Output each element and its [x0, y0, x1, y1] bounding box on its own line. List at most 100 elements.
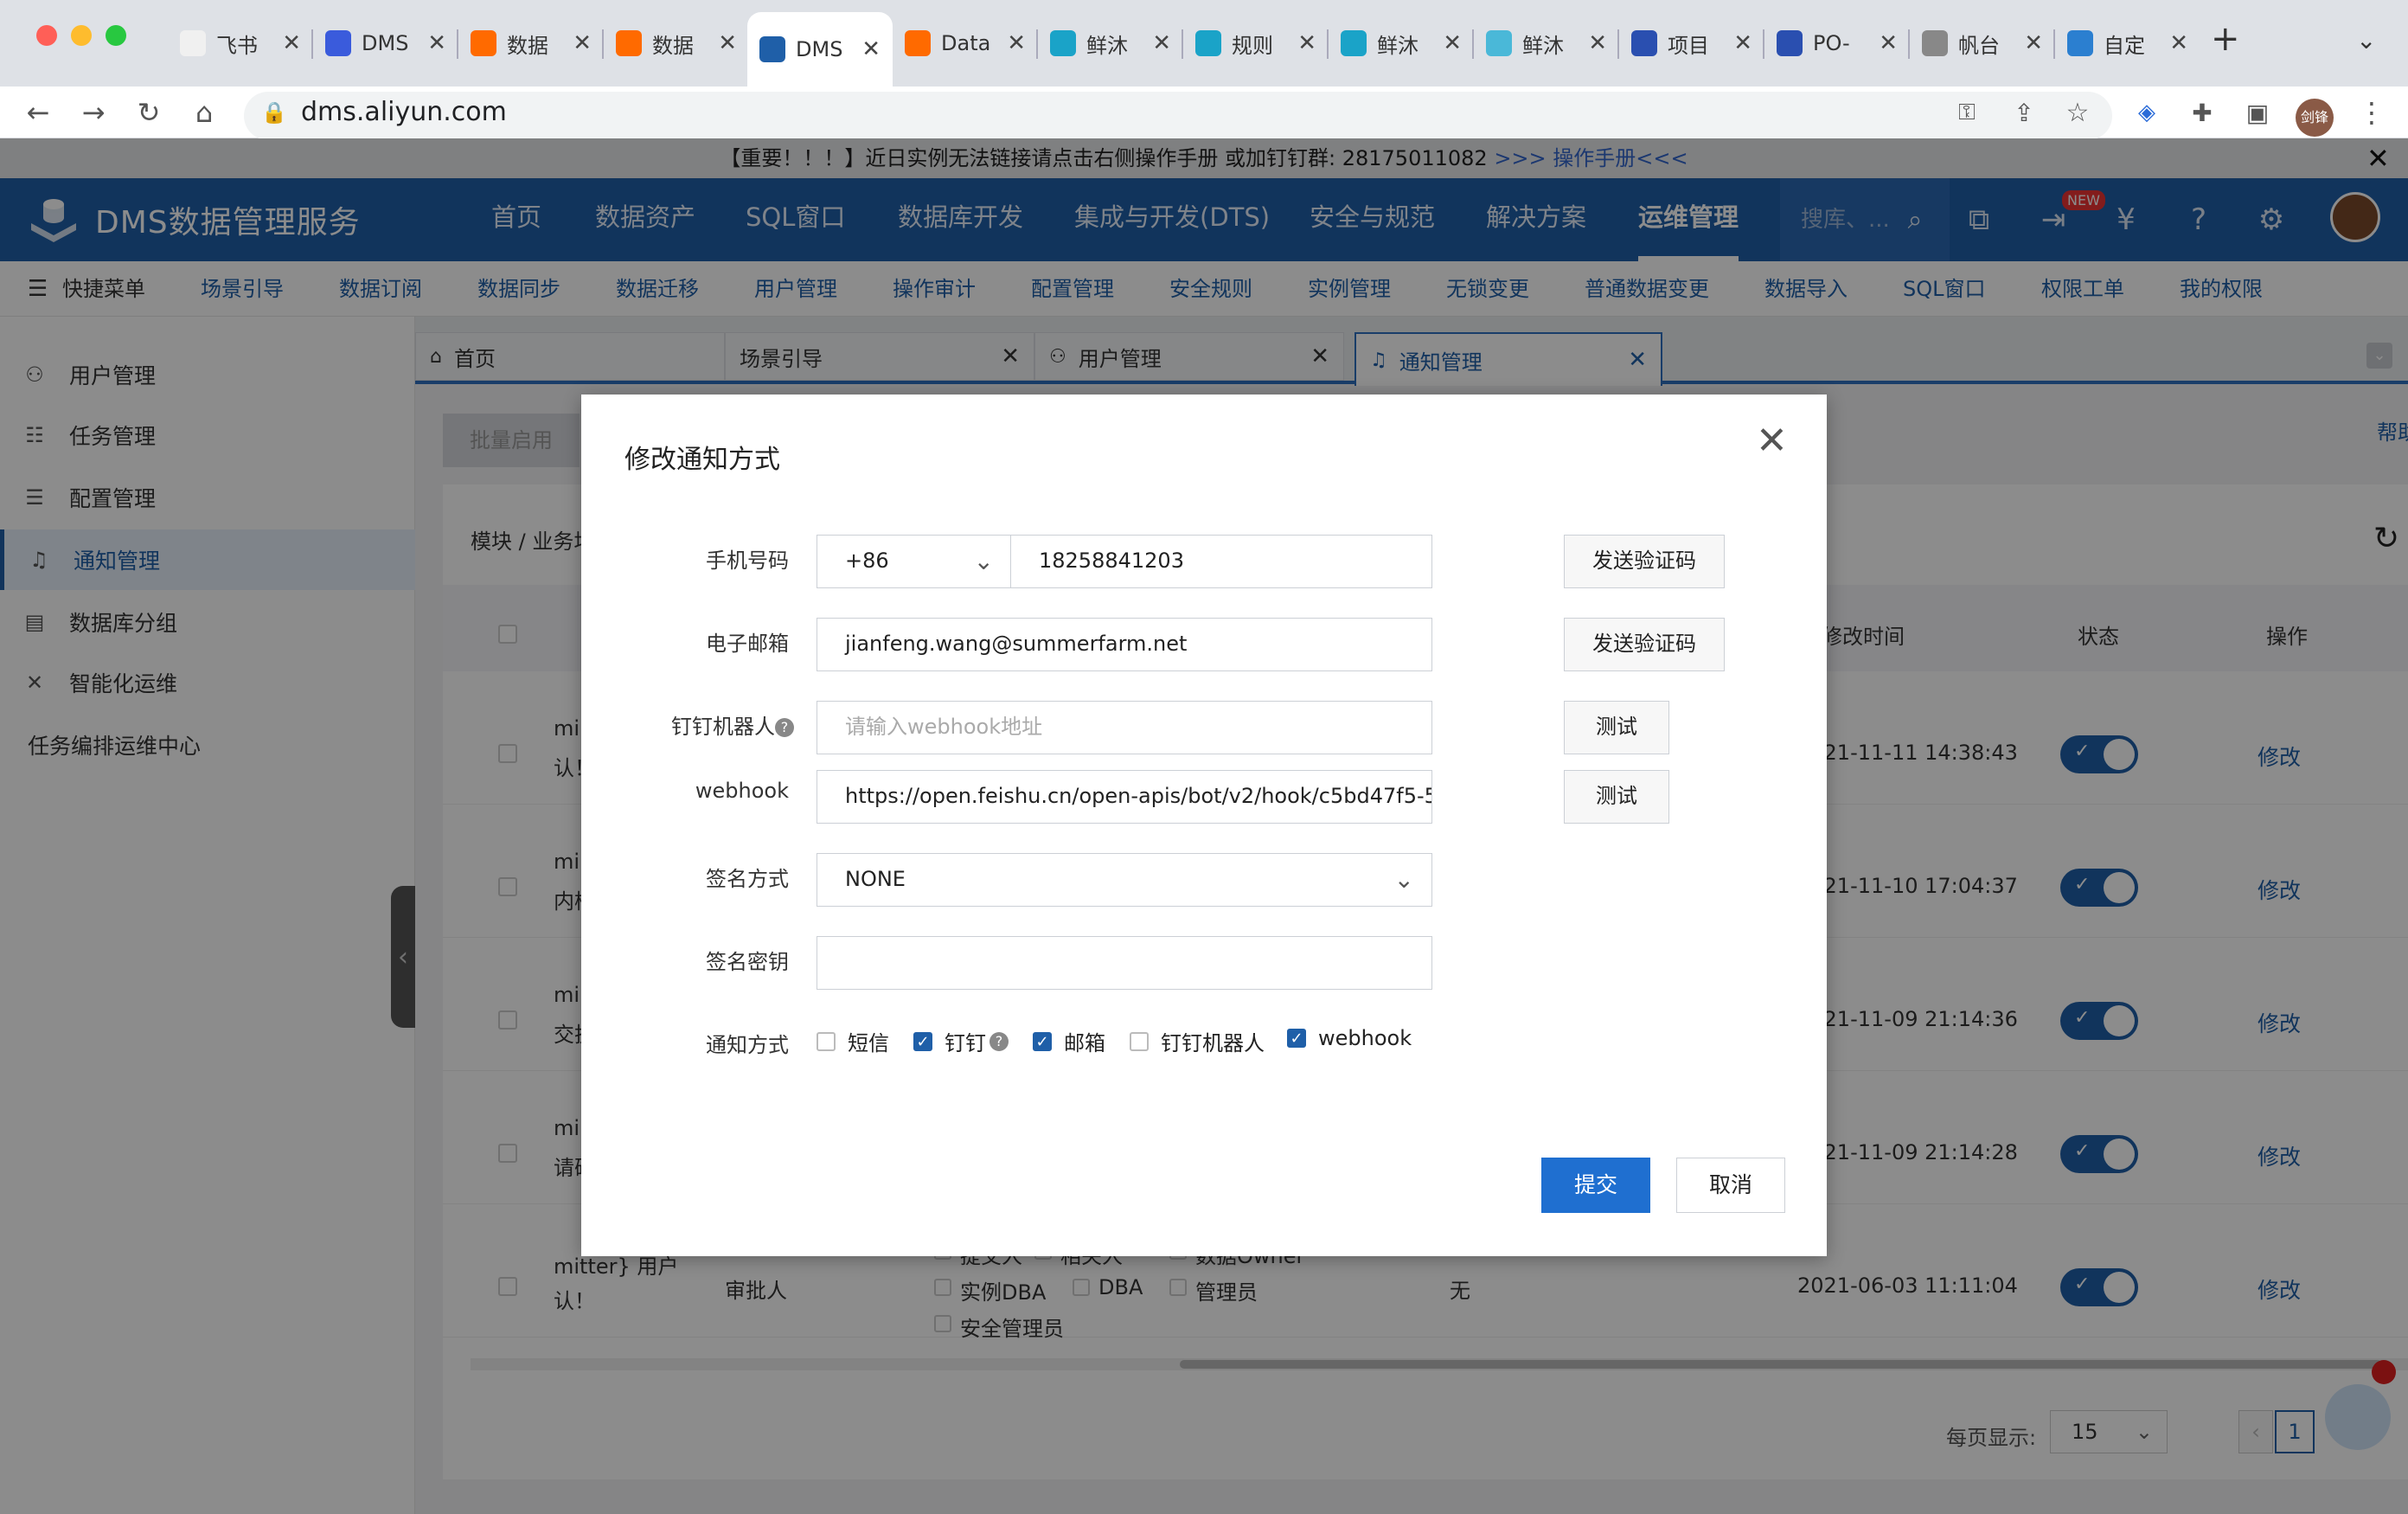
home-icon[interactable]: ⌂ [183, 92, 225, 133]
browser-tab-title: 鲜沐 [1086, 33, 1128, 58]
close-icon[interactable]: ✕ [2024, 30, 2043, 56]
chrome-menu-icon[interactable]: ⋮ [2351, 92, 2392, 133]
send-code-phone-button[interactable]: 发送验证码 [1564, 535, 1725, 588]
test-webhook-button[interactable]: 测试 [1564, 770, 1669, 824]
browser-tab[interactable]: Data ✕ [893, 12, 1038, 74]
country-code-select[interactable]: +86 ⌄ [817, 535, 1012, 588]
favicon-icon [1631, 30, 1657, 56]
close-icon[interactable]: ✕ [427, 30, 446, 56]
key-icon[interactable]: ⚿ [1946, 92, 1988, 133]
close-icon[interactable]: ✕ [718, 30, 737, 56]
close-icon[interactable]: ✕ [1443, 30, 1462, 56]
browser-tab-title: 鲜沐 [1522, 33, 1564, 58]
browser-tab-title: 鲜沐 [1377, 33, 1419, 58]
close-icon[interactable]: ✕ [1879, 30, 1898, 56]
notify-checkbox[interactable]: ✓ [1287, 1029, 1306, 1048]
window-minimize-button[interactable] [71, 25, 92, 46]
browser-tab[interactable]: DMS ✕ [747, 12, 893, 87]
browser-tab[interactable]: DMS ✕ [313, 12, 458, 74]
submit-button[interactable]: 提交 [1541, 1158, 1650, 1213]
notify-checkbox[interactable] [817, 1031, 836, 1051]
window-close-button[interactable] [36, 25, 57, 46]
address-bar[interactable] [244, 92, 2112, 140]
notify-option-label: webhook [1318, 1026, 1412, 1050]
extension-icon[interactable]: ◈ [2126, 92, 2168, 133]
phone-label: 手机号码 [706, 549, 789, 573]
cancel-button[interactable]: 取消 [1676, 1158, 1785, 1213]
bookmark-star-icon[interactable]: ☆ [2057, 92, 2098, 133]
browser-tab[interactable]: 鲜沐 ✕ [1038, 12, 1183, 74]
browser-tab-title: PO- [1813, 31, 1850, 55]
notify-option[interactable]: ✓ 邮箱 [1033, 1026, 1105, 1056]
reload-icon[interactable]: ↻ [128, 92, 170, 133]
notify-option[interactable]: ✓ webhook [1287, 1026, 1412, 1050]
browser-tab-title: 帆台 [1958, 33, 2000, 58]
close-icon[interactable]: ✕ [2169, 30, 2188, 56]
tab-list-chevron-icon[interactable]: ⌄ [2356, 26, 2376, 55]
favicon-icon [180, 30, 206, 56]
close-icon[interactable]: ✕ [1007, 30, 1026, 56]
favicon-icon [325, 30, 351, 56]
new-tab-icon[interactable]: + [2211, 19, 2240, 59]
browser-tab[interactable]: 规则 ✕ [1183, 12, 1329, 74]
close-icon[interactable]: ✕ [1152, 30, 1171, 56]
notify-option-label: 钉钉 [945, 1031, 986, 1055]
profile-avatar[interactable]: 剑锋 [2296, 99, 2334, 137]
notify-option[interactable]: 钉钉机器人 [1130, 1026, 1265, 1056]
browser-tab-title: 飞书 [216, 33, 258, 58]
favicon-icon [1341, 30, 1367, 56]
close-icon[interactable]: ✕ [573, 30, 592, 56]
browser-tab-title: DMS [362, 31, 409, 55]
browser-tab[interactable]: 项目 ✕ [1619, 12, 1764, 74]
notify-checkbox[interactable]: ✓ [1033, 1031, 1052, 1051]
notify-checkbox[interactable] [1130, 1031, 1149, 1051]
browser-tab[interactable]: 飞书 ✕ [168, 12, 313, 74]
browser-tab-title: Data [941, 31, 991, 55]
favicon-icon [1922, 30, 1948, 56]
send-code-email-button[interactable]: 发送验证码 [1564, 618, 1725, 671]
email-input[interactable]: jianfeng.wang@summerfarm.net [817, 618, 1432, 671]
browser-tab[interactable]: PO- ✕ [1764, 12, 1910, 74]
browser-tab[interactable]: 数据 ✕ [458, 12, 604, 74]
close-icon[interactable]: ✕ [1588, 30, 1607, 56]
country-code-value: +86 [845, 549, 889, 573]
favicon-icon [616, 30, 642, 56]
sign-secret-label: 签名密钥 [706, 950, 789, 974]
close-icon[interactable]: ✕ [861, 36, 881, 62]
favicon-icon [1777, 30, 1803, 56]
browser-tab[interactable]: 数据 ✕ [604, 12, 749, 74]
email-label: 电子邮箱 [706, 632, 789, 656]
webhook-input[interactable]: https://open.feishu.cn/open-apis/bot/v2/… [817, 770, 1432, 824]
notify-option[interactable]: 短信 [817, 1026, 889, 1056]
close-icon[interactable]: ✕ [1756, 419, 1788, 463]
browser-tab[interactable]: 鲜沐 ✕ [1474, 12, 1619, 74]
notify-option-label: 钉钉机器人 [1161, 1031, 1265, 1055]
sign-secret-input[interactable] [817, 936, 1432, 990]
browser-tab[interactable]: 自定 ✕ [2055, 12, 2200, 74]
back-icon[interactable]: ← [17, 92, 59, 133]
forward-icon[interactable]: → [73, 92, 114, 133]
chevron-down-icon: ⌄ [1393, 865, 1414, 894]
browser-tab[interactable]: 帆台 ✕ [1910, 12, 2055, 74]
window-maximize-button[interactable] [106, 25, 126, 46]
browser-tab-title: 规则 [1232, 33, 1273, 58]
sign-method-select[interactable]: NONE ⌄ [817, 853, 1432, 907]
test-dingbot-button[interactable]: 测试 [1564, 701, 1669, 754]
notify-option[interactable]: ✓ 钉钉? [913, 1026, 1009, 1056]
share-icon[interactable]: ⇪ [2003, 92, 2045, 133]
question-icon[interactable]: ? [989, 1031, 1009, 1051]
dingbot-webhook-input[interactable]: 请输入webhook地址 [817, 701, 1432, 754]
close-icon[interactable]: ✕ [282, 30, 301, 56]
sidepanel-icon[interactable]: ▣ [2237, 92, 2278, 133]
phone-input[interactable]: 18258841203 [1010, 535, 1432, 588]
notify-option-label: 邮箱 [1064, 1031, 1105, 1055]
notify-checkbox[interactable]: ✓ [913, 1031, 932, 1051]
webhook-label: webhook [695, 779, 789, 803]
close-icon[interactable]: ✕ [1297, 30, 1316, 56]
question-icon[interactable]: ? [775, 718, 794, 737]
browser-tab[interactable]: 鲜沐 ✕ [1329, 12, 1474, 74]
close-icon[interactable]: ✕ [1733, 30, 1752, 56]
sign-method-value: NONE [845, 867, 906, 891]
puzzle-icon[interactable]: ✚ [2181, 92, 2223, 133]
url-text[interactable]: dms.aliyun.com [301, 87, 507, 138]
